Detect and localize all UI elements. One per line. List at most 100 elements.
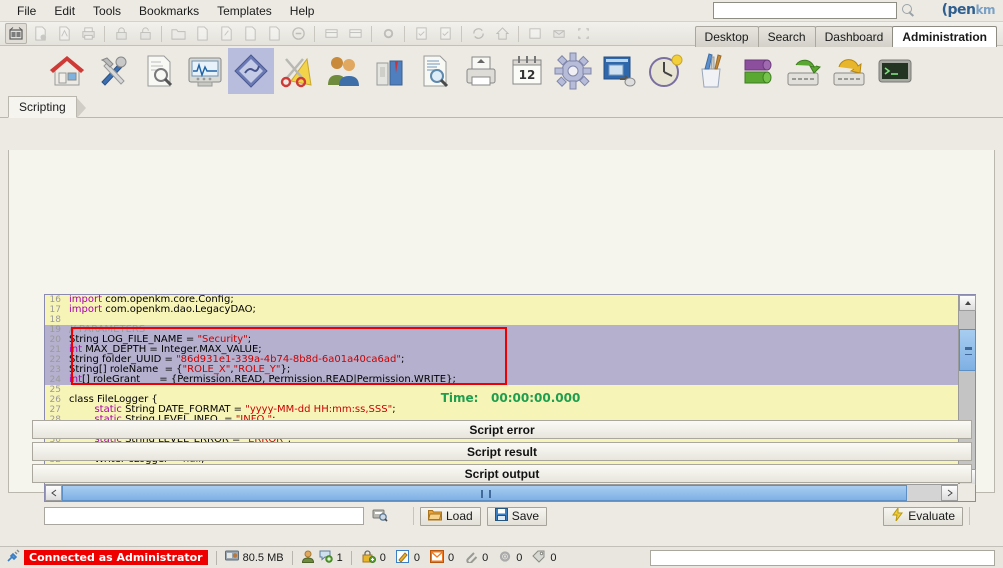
editor-horizontal-scrollbar[interactable] xyxy=(45,484,958,501)
code-line-number: 22 xyxy=(49,355,61,365)
toolbar-divider xyxy=(404,25,405,42)
scheduler-clock-icon[interactable] xyxy=(642,48,688,94)
tab-search[interactable]: Search xyxy=(757,26,816,47)
menu-item-bookmarks[interactable]: Bookmarks xyxy=(130,2,208,20)
note-add-icon[interactable] xyxy=(524,23,546,44)
code-line-number: 27 xyxy=(49,405,61,415)
menu-item-edit[interactable]: Edit xyxy=(45,2,84,20)
pdf-icon[interactable] xyxy=(53,23,75,44)
editor-horizontal-scroll-thumb[interactable] xyxy=(62,485,907,501)
code-line-number: 24 xyxy=(49,375,61,385)
code-line[interactable]: 24 int[] roleGrant = {Permission.READ, Pe… xyxy=(45,375,958,385)
users-icon[interactable] xyxy=(320,48,366,94)
scripting-icon[interactable] xyxy=(228,48,274,94)
search-icon[interactable] xyxy=(902,4,915,17)
locked-docs[interactable]: 0 xyxy=(362,549,386,566)
tags[interactable]: 0 xyxy=(532,550,556,566)
lock-remove-icon[interactable] xyxy=(134,23,156,44)
tab-desktop[interactable]: Desktop xyxy=(694,26,759,47)
utilities-cup-icon[interactable] xyxy=(688,48,734,94)
checkout-docs[interactable]: 0 xyxy=(395,549,420,566)
calendar-icon[interactable]: 12 xyxy=(504,48,550,94)
mail-add-icon[interactable] xyxy=(548,23,570,44)
row-add-icon[interactable] xyxy=(320,23,342,44)
document-copy-icon[interactable] xyxy=(239,23,261,44)
panel-script-error[interactable]: Script error xyxy=(32,420,972,439)
running-tasks[interactable]: 0 xyxy=(498,550,522,566)
tab-scripting[interactable]: Scripting xyxy=(8,96,77,118)
document-edit-icon[interactable] xyxy=(215,23,237,44)
script-path-input[interactable] xyxy=(44,507,364,525)
code-line-number: 23 xyxy=(49,365,61,375)
home-icon[interactable] xyxy=(491,23,513,44)
document-download-icon[interactable] xyxy=(29,23,51,44)
code-line[interactable]: 18 xyxy=(45,315,958,325)
scrollbar-corner xyxy=(958,484,975,501)
menu-item-templates[interactable]: Templates xyxy=(208,2,281,20)
gear-icon xyxy=(498,550,512,566)
mime-types-icon[interactable] xyxy=(366,48,412,94)
code-line-number: 19 xyxy=(49,325,61,335)
code-line-number: 21 xyxy=(49,345,61,355)
status-divider xyxy=(215,550,217,565)
unread-mail-count: 0 xyxy=(447,551,455,564)
toolbar-divider xyxy=(314,25,315,42)
evaluate-button[interactable]: Evaluate xyxy=(883,506,963,526)
scroll-right-icon[interactable] xyxy=(941,485,958,501)
fullscreen-icon[interactable] xyxy=(572,23,594,44)
document-move-icon[interactable] xyxy=(263,23,285,44)
panel-script-result[interactable]: Script result xyxy=(32,442,972,461)
editor-vertical-scroll-thumb[interactable] xyxy=(959,329,976,371)
document-search-icon[interactable] xyxy=(136,48,182,94)
home-icon[interactable] xyxy=(44,48,90,94)
cut-ruler-icon[interactable] xyxy=(274,48,320,94)
tab-dashboard[interactable]: Dashboard xyxy=(814,26,894,47)
menu-item-tools[interactable]: Tools xyxy=(84,2,130,20)
unread-mail[interactable]: 0 xyxy=(429,549,455,566)
toolbar-divider xyxy=(461,25,462,42)
menu-item-file[interactable]: File xyxy=(8,2,45,20)
lightning-icon xyxy=(891,506,904,524)
export-icon[interactable] xyxy=(826,48,872,94)
panel-script-result-label: Script result xyxy=(466,444,538,459)
scroll-up-icon[interactable] xyxy=(959,295,976,311)
refresh-icon[interactable] xyxy=(467,23,489,44)
load-button[interactable]: Load xyxy=(420,506,481,526)
remove-icon[interactable] xyxy=(287,23,309,44)
global-search-input[interactable] xyxy=(713,2,897,19)
taskbar-icon[interactable] xyxy=(5,23,27,44)
config-tools-icon[interactable] xyxy=(90,48,136,94)
connection-status-badge: Connected as Administrator xyxy=(24,550,208,565)
panel-script-output[interactable]: Script output xyxy=(32,464,972,483)
lock-add-icon[interactable] xyxy=(110,23,132,44)
row-remove-icon[interactable] xyxy=(344,23,366,44)
printer-icon[interactable] xyxy=(458,48,504,94)
menu-item-help[interactable]: Help xyxy=(281,2,324,20)
code-line-number: 18 xyxy=(49,315,61,325)
document-add-icon[interactable] xyxy=(191,23,213,44)
folder-add-icon[interactable] xyxy=(167,23,189,44)
code-line[interactable]: 17 import com.openkm.dao.LegacyDAO; xyxy=(45,305,958,316)
workspace-export-icon[interactable] xyxy=(596,48,642,94)
toolbar-divider xyxy=(104,25,105,42)
action-toolbar: Desktop Search Dashboard Administration xyxy=(0,21,1003,47)
search-document-icon[interactable] xyxy=(372,507,388,525)
status-bar-input[interactable] xyxy=(650,550,995,566)
console-icon[interactable] xyxy=(872,48,918,94)
tab-administration[interactable]: Administration xyxy=(892,26,997,47)
print-icon[interactable] xyxy=(77,23,99,44)
report-preview-icon[interactable] xyxy=(412,48,458,94)
checkout-icon[interactable] xyxy=(434,23,456,44)
mail-icon xyxy=(429,549,444,566)
activity-monitor-icon[interactable] xyxy=(182,48,228,94)
attachments[interactable]: 0 xyxy=(464,550,488,566)
checkin-icon[interactable] xyxy=(410,23,432,44)
save-button[interactable]: Save xyxy=(486,506,548,526)
scroll-left-icon[interactable] xyxy=(45,485,62,501)
online-users[interactable]: 1 xyxy=(301,550,343,566)
online-users-count: 1 xyxy=(336,551,343,564)
database-icon[interactable] xyxy=(734,48,780,94)
import-icon[interactable] xyxy=(780,48,826,94)
properties-icon[interactable] xyxy=(377,23,399,44)
gear-icon[interactable] xyxy=(550,48,596,94)
